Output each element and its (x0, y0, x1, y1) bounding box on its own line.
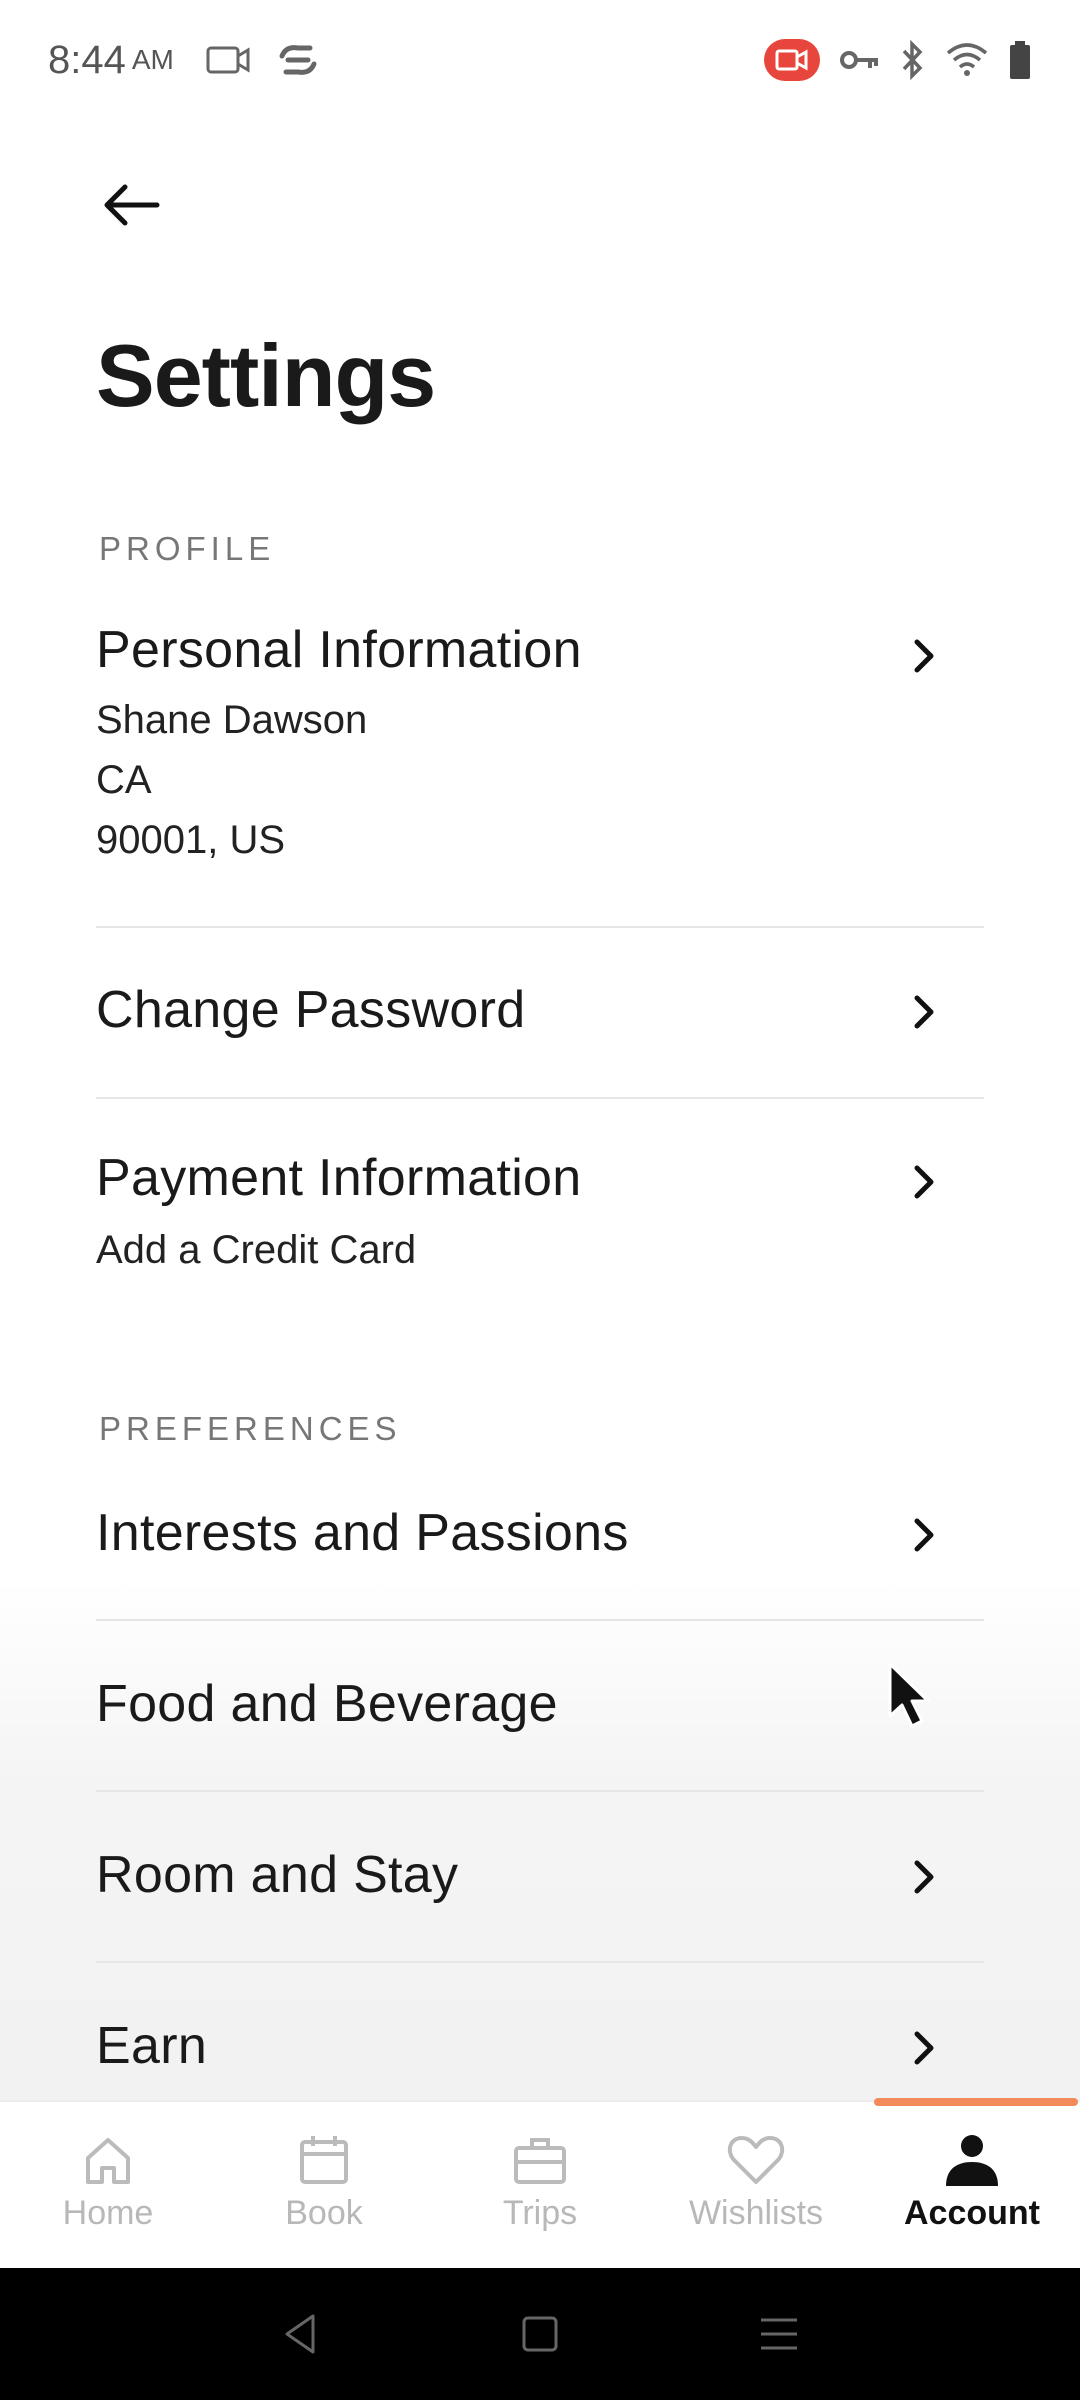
profile-zip-country: 90001, US (96, 818, 286, 862)
mouse-cursor-icon (888, 1662, 930, 1728)
status-bar: 8:44 AM (0, 0, 1080, 120)
nav-trips[interactable]: Trips (432, 2102, 648, 2268)
row-title: Food and Beverage (96, 1675, 558, 1733)
chevron-right-icon (914, 995, 934, 1029)
person-icon (946, 2135, 998, 2186)
change-password-title: Change Password (96, 981, 526, 1039)
nav-account-label: Account (904, 2194, 1040, 2232)
nav-home-label: Home (62, 2194, 154, 2232)
profile-name: Shane Dawson (96, 698, 368, 742)
status-time: 8:44 (48, 37, 126, 82)
screen-record-icon (206, 46, 250, 74)
section-header-preferences: PREFERENCES (99, 1410, 402, 1447)
payment-information-title: Payment Information (96, 1149, 582, 1207)
nav-account[interactable]: Account (864, 2098, 1080, 2268)
wifi-icon (946, 43, 988, 76)
personal-information-title: Personal Information (96, 621, 582, 679)
food-and-beverage-row[interactable]: Food and Beverage (96, 1674, 984, 1754)
room-and-stay-row[interactable]: Room and Stay (96, 1845, 984, 1925)
home-icon (86, 2138, 130, 2184)
system-menu-icon[interactable] (757, 2314, 801, 2354)
recording-badge-icon (764, 39, 820, 81)
arrow-left-icon (104, 184, 160, 226)
row-title: Interests and Passions (96, 1504, 629, 1562)
status-ampm: AM (131, 44, 174, 75)
interests-and-passions-row[interactable]: Interests and Passions (96, 1503, 984, 1583)
page-title: Settings (96, 326, 436, 425)
chevron-right-icon (914, 1165, 934, 1199)
personal-information-row[interactable]: Personal Information Shane Dawson CA 900… (96, 620, 984, 880)
chevron-right-icon (914, 1860, 934, 1894)
vpn-key-icon (840, 51, 878, 69)
battery-icon (1010, 41, 1030, 79)
nav-home[interactable]: Home (0, 2102, 216, 2268)
payment-information-subtitle: Add a Credit Card (96, 1228, 417, 1272)
back-button[interactable] (96, 170, 166, 240)
row-title: Earn (96, 2017, 208, 2075)
calendar-icon (300, 2136, 348, 2184)
earn-row[interactable]: Earn (96, 2016, 984, 2096)
nav-trips-label: Trips (502, 2194, 578, 2232)
change-password-row[interactable]: Change Password (96, 980, 984, 1060)
bluetooth-icon (902, 40, 923, 80)
chevron-right-icon (914, 1518, 934, 1552)
nav-book-label: Book (285, 2194, 363, 2232)
chevron-right-icon (914, 639, 934, 673)
sync-icon (279, 45, 317, 75)
settings-screen: 8:44 AM Settings PROFILE Personal Inform… (0, 0, 1080, 2400)
system-back-icon[interactable] (279, 2312, 323, 2356)
active-tab-indicator (874, 2098, 1078, 2106)
divider (96, 1790, 984, 1792)
divider (96, 1097, 984, 1099)
divider (96, 926, 984, 928)
system-navigation-bar (0, 2268, 1080, 2400)
bottom-navigation: Home Book Trips Wishlists Account (0, 2098, 1080, 2268)
payment-information-row[interactable]: Payment Information Add a Credit Card (96, 1148, 984, 1298)
nav-wishlists-label: Wishlists (688, 2194, 824, 2232)
profile-state: CA (96, 758, 152, 802)
divider (96, 1961, 984, 1963)
row-title: Room and Stay (96, 1846, 459, 1904)
nav-book[interactable]: Book (216, 2102, 432, 2268)
heart-icon (727, 2136, 785, 2184)
divider (96, 1619, 984, 1621)
nav-wishlists[interactable]: Wishlists (648, 2102, 864, 2268)
section-header-profile: PROFILE (99, 530, 276, 567)
briefcase-icon (514, 2138, 566, 2184)
system-home-icon[interactable] (520, 2314, 560, 2354)
chevron-right-icon (914, 2031, 934, 2065)
